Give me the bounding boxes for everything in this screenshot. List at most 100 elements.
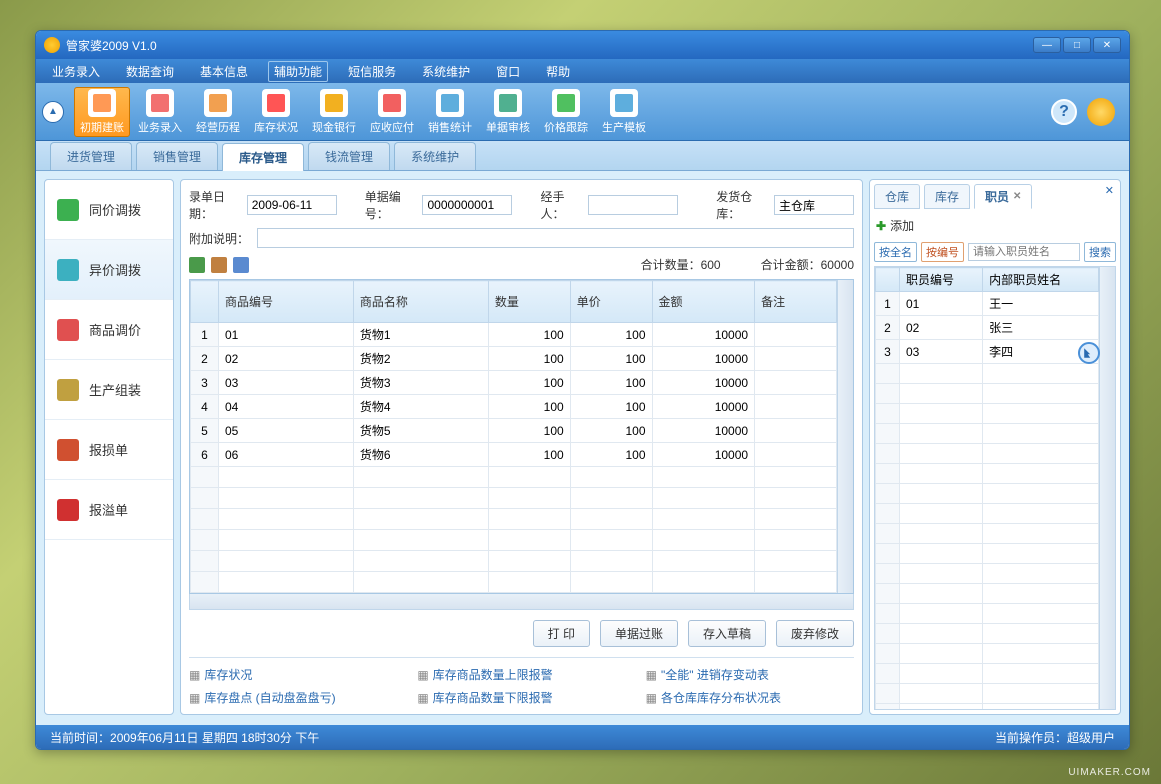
menu-item-4[interactable]: 短信服务 [342, 61, 402, 82]
main-tab-1[interactable]: 销售管理 [136, 142, 218, 170]
filter-code-button[interactable]: 按编号 [921, 242, 964, 262]
quick-link-1[interactable]: 库存商品数量上限报警 [417, 666, 625, 683]
date-input[interactable] [247, 195, 337, 215]
sidebar-icon-1 [57, 259, 79, 281]
toolbar-icon-6 [436, 89, 464, 117]
collapse-toggle-icon[interactable]: ▲ [42, 101, 64, 123]
sidebar-item-2[interactable]: 商品调价 [45, 300, 173, 360]
handler-input[interactable] [588, 195, 678, 215]
main-grid[interactable]: 商品编号商品名称数量单价金额备注101货物110010010000202货物21… [190, 280, 837, 593]
quick-link-0[interactable]: 库存状况 [189, 666, 397, 683]
toolbar-btn-7[interactable]: 单据审核 [480, 87, 536, 137]
menu-item-0[interactable]: 业务录入 [46, 61, 106, 82]
toolbar-container: ▲ 初期建账业务录入经营历程库存状况现金银行应收应付销售统计单据审核价格跟踪生产… [36, 83, 1129, 141]
right-tab-2[interactable]: 职员 ✕ [974, 184, 1032, 209]
quick-link-4[interactable]: 库存商品数量下限报警 [417, 689, 625, 706]
sidebar-item-0[interactable]: 同价调拨 [45, 180, 173, 240]
table-row[interactable]: 505货物510010010000 [191, 419, 837, 443]
menu-item-3[interactable]: 辅助功能 [268, 61, 328, 82]
right-panel-close-icon[interactable]: ✕ [1105, 184, 1114, 197]
toolbar-icon-2 [204, 89, 232, 117]
grid-hscrollbar[interactable] [189, 594, 854, 610]
sidebar-item-1[interactable]: 异价调拨 [45, 240, 173, 300]
sidebar-item-3[interactable]: 生产组装 [45, 360, 173, 420]
add-button[interactable]: ✚ 添加 [874, 213, 1116, 238]
memo-label: 附加说明： [189, 230, 249, 247]
right-grid[interactable]: 职员编号内部职员姓名101王一202张三303李四 [875, 267, 1099, 710]
table-row[interactable]: 202货物210010010000 [191, 347, 837, 371]
toolbar: 初期建账业务录入经营历程库存状况现金银行应收应付销售统计单据审核价格跟踪生产模板 [70, 87, 1051, 137]
help-icon[interactable]: ? [1051, 99, 1077, 125]
sidebar-icon-4 [57, 439, 79, 461]
sidebar-icon-0 [57, 199, 79, 221]
table-row[interactable]: 303货物310010010000 [191, 371, 837, 395]
quick-link-5[interactable]: 各仓库库存分布状况表 [646, 689, 854, 706]
toolbar-btn-6[interactable]: 销售统计 [422, 87, 478, 137]
table-row[interactable]: 404货物410010010000 [191, 395, 837, 419]
brand-logo-icon [1087, 98, 1115, 126]
right-table-row[interactable]: 202张三 [876, 316, 1099, 340]
grid-tool-icon-2[interactable] [211, 257, 227, 273]
close-button[interactable]: ✕ [1093, 37, 1121, 53]
cursor-highlight-icon [1078, 342, 1100, 364]
minimize-button[interactable]: — [1033, 37, 1061, 53]
grid-vscrollbar[interactable] [837, 280, 853, 593]
memo-input[interactable] [257, 228, 854, 248]
toolbar-btn-2[interactable]: 经营历程 [190, 87, 246, 137]
quick-link-3[interactable]: 库存盘点 (自动盘盈盘亏) [189, 689, 397, 706]
right-table-row[interactable]: 303李四 [876, 340, 1099, 364]
right-tab-1[interactable]: 库存 [924, 184, 970, 209]
form-row-2: 附加说明： [189, 228, 854, 248]
action-buttons: 打 印 单据过账 存入草稿 废弃修改 [189, 610, 854, 657]
right-table-row[interactable]: 101王一 [876, 292, 1099, 316]
main-grid-wrap: 商品编号商品名称数量单价金额备注101货物110010010000202货物21… [189, 279, 854, 594]
menu-item-6[interactable]: 窗口 [490, 61, 526, 82]
toolbar-icon-4 [320, 89, 348, 117]
main-tab-0[interactable]: 进货管理 [50, 142, 132, 170]
main-tab-4[interactable]: 系统维护 [394, 142, 476, 170]
right-tab-0[interactable]: 仓库 [874, 184, 920, 209]
quick-link-2[interactable]: "全能" 进销存变动表 [646, 666, 854, 683]
table-row[interactable]: 101货物110010010000 [191, 323, 837, 347]
toolbar-icon-0 [88, 89, 116, 117]
toolbar-btn-4[interactable]: 现金银行 [306, 87, 362, 137]
right-grid-vscrollbar[interactable] [1099, 267, 1115, 709]
total-amount: 合计金额：60000 [761, 256, 854, 273]
search-button[interactable]: 搜索 [1084, 242, 1116, 262]
content-area: 同价调拨异价调拨商品调价生产组装报损单报溢单 录单日期： 单据编号： 经手人： … [36, 171, 1129, 723]
grid-tool-icon-3[interactable] [233, 257, 249, 273]
right-search-bar: 按全名 按编号 搜索 [874, 238, 1116, 266]
menu-item-5[interactable]: 系统维护 [416, 61, 476, 82]
discard-button[interactable]: 废弃修改 [776, 620, 854, 647]
grid-toolbar: 合计数量：600 合计金额：60000 [189, 254, 854, 279]
form-row-1: 录单日期： 单据编号： 经手人： 发货仓库： [189, 188, 854, 222]
right-search-input[interactable] [968, 243, 1080, 261]
docno-input[interactable] [422, 195, 512, 215]
main-panel: 录单日期： 单据编号： 经手人： 发货仓库： 附加说明： 合计数量：600 [180, 179, 863, 715]
toolbar-btn-9[interactable]: 生产模板 [596, 87, 652, 137]
app-icon [44, 37, 60, 53]
sidebar-item-5[interactable]: 报溢单 [45, 480, 173, 540]
menu-item-1[interactable]: 数据查询 [120, 61, 180, 82]
filter-fullname-button[interactable]: 按全名 [874, 242, 917, 262]
menu-item-7[interactable]: 帮助 [540, 61, 576, 82]
sidebar-item-4[interactable]: 报损单 [45, 420, 173, 480]
toolbar-btn-1[interactable]: 业务录入 [132, 87, 188, 137]
print-button[interactable]: 打 印 [533, 620, 590, 647]
toolbar-icon-5 [378, 89, 406, 117]
toolbar-btn-8[interactable]: 价格跟踪 [538, 87, 594, 137]
post-button[interactable]: 单据过账 [600, 620, 678, 647]
status-time: 当前时间：2009年06月11日 星期四 18时30分 下午 [50, 729, 319, 746]
toolbar-btn-0[interactable]: 初期建账 [74, 87, 130, 137]
save-draft-button[interactable]: 存入草稿 [688, 620, 766, 647]
main-tab-2[interactable]: 库存管理 [222, 143, 304, 171]
menu-item-2[interactable]: 基本信息 [194, 61, 254, 82]
grid-tool-icon-1[interactable] [189, 257, 205, 273]
table-row[interactable]: 606货物610010010000 [191, 443, 837, 467]
warehouse-input[interactable] [774, 195, 854, 215]
toolbar-btn-3[interactable]: 库存状况 [248, 87, 304, 137]
toolbar-btn-5[interactable]: 应收应付 [364, 87, 420, 137]
maximize-button[interactable]: □ [1063, 37, 1091, 53]
sidebar-icon-2 [57, 319, 79, 341]
main-tab-3[interactable]: 钱流管理 [308, 142, 390, 170]
